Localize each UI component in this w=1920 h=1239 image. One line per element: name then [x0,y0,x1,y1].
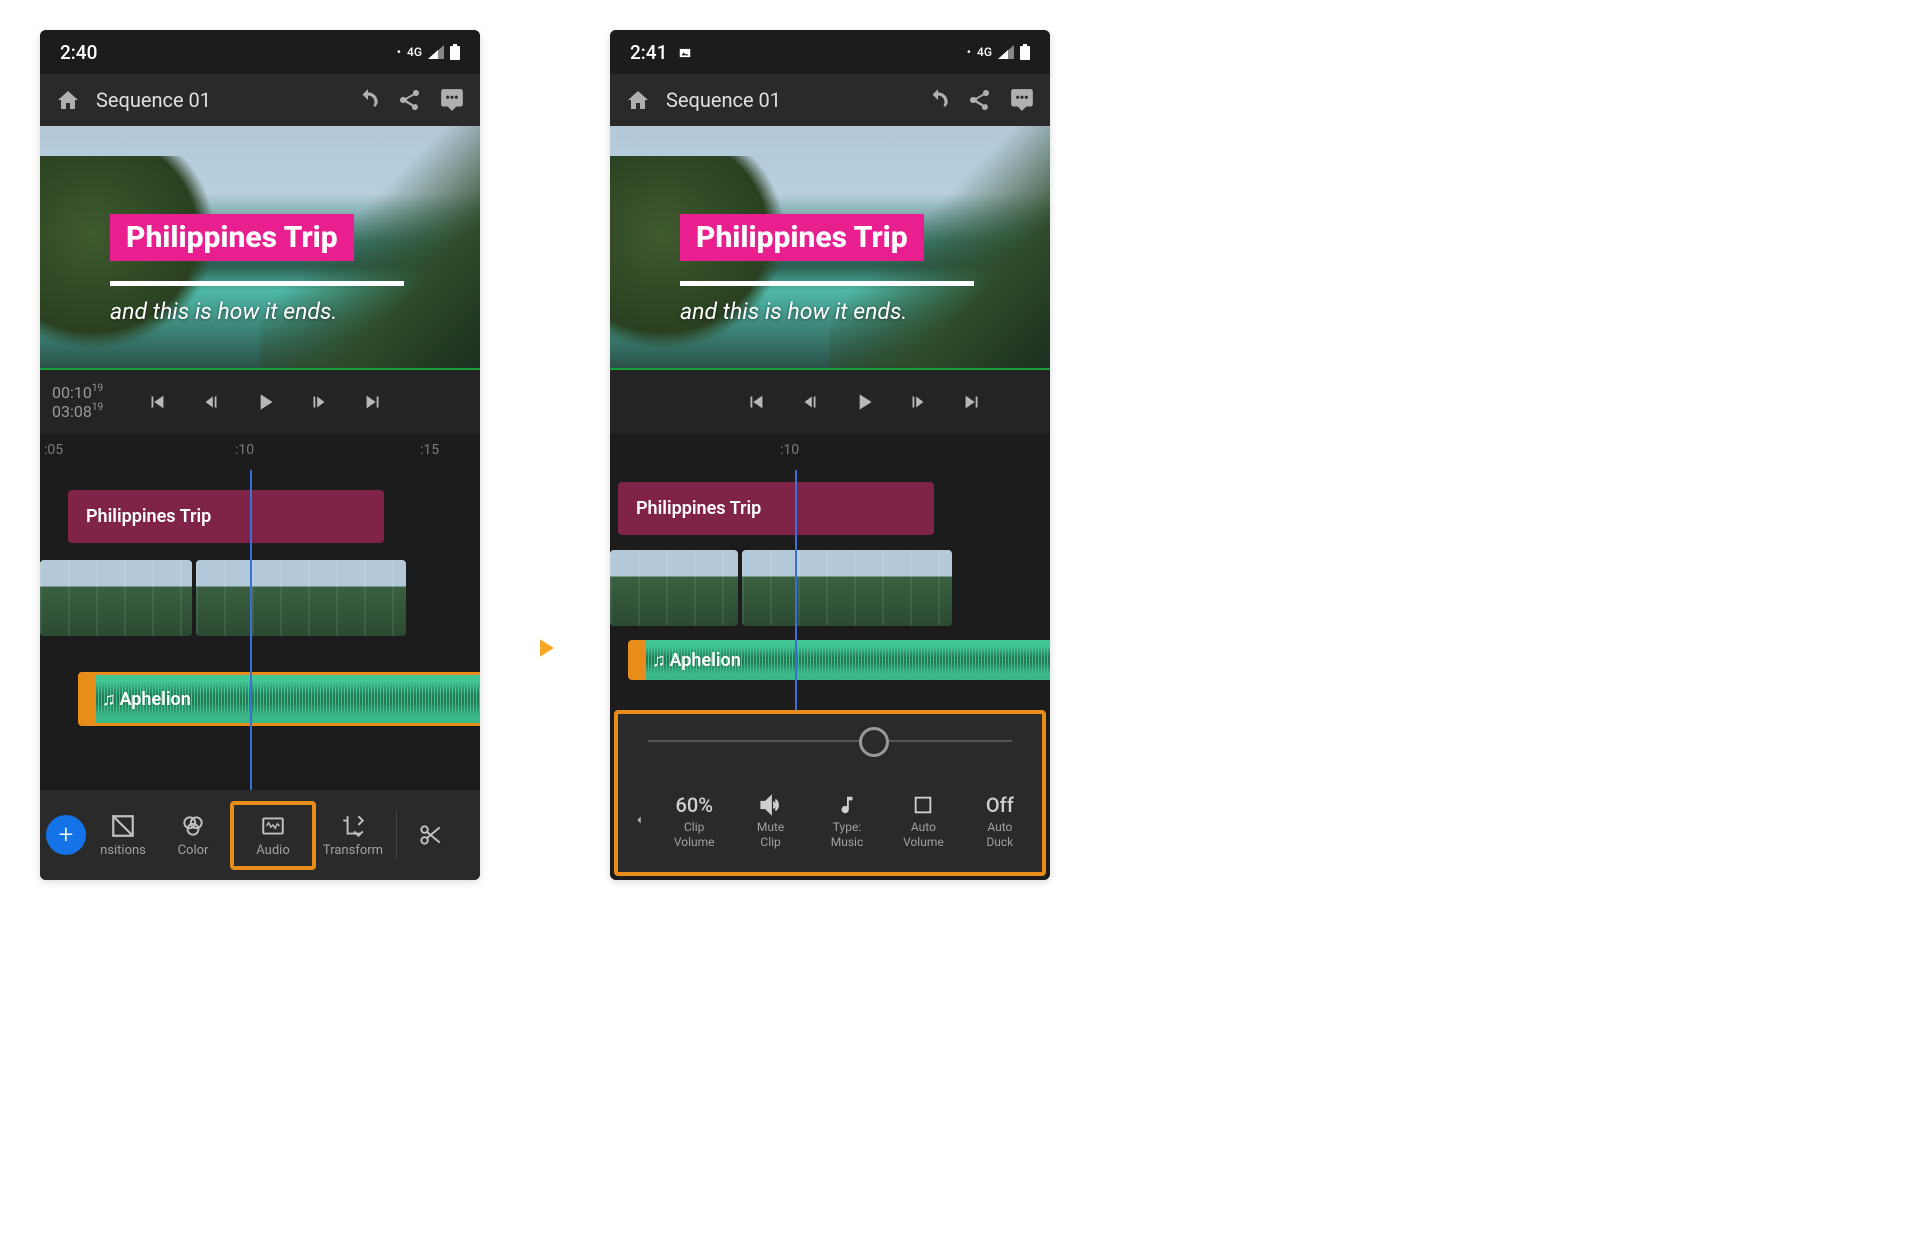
video-clip-2[interactable] [196,560,406,636]
speaker-icon [758,792,784,818]
auto-volume-option[interactable]: Auto Volume [885,791,961,849]
phone-screenshot-left: 2:40 • 4G Sequence 01 Philippines Trip a… [40,30,480,880]
timeline-ruler[interactable]: :10 [610,434,1050,470]
playhead[interactable] [795,470,797,710]
battery-icon [1020,44,1030,60]
preview-underline [110,281,404,286]
undo-icon[interactable] [354,86,382,114]
preview-underline [680,281,974,286]
skip-end-button[interactable] [359,388,387,416]
auto-duck-option[interactable]: Off Auto Duck [962,791,1038,849]
video-clip-2[interactable] [742,550,952,626]
frame-back-button[interactable] [796,388,824,416]
playhead[interactable] [250,470,252,790]
phone-screenshot-right: 2:41 • 4G Sequence 01 Philippines Trip a… [610,30,1050,880]
ruler-label: :10 [780,442,799,458]
frame-forward-button[interactable] [305,388,333,416]
arrow-icon [530,630,560,670]
text-clip[interactable]: Philippines Trip [68,490,384,543]
signal-icon [428,45,444,59]
status-network: 4G [977,45,992,59]
play-button[interactable] [251,388,279,416]
status-bar: 2:40 • 4G [40,30,480,74]
home-icon[interactable] [54,86,82,114]
signal-icon [998,45,1014,59]
preview-title-overlay: Philippines Trip [680,214,924,261]
status-right: • 4G [397,44,460,60]
timeline-ruler[interactable]: :05 :10 :15 [40,434,480,470]
ruler-label: :10 [235,442,254,458]
skip-end-button[interactable] [958,388,986,416]
timeline[interactable]: Philippines Trip ♫Aphelion [610,470,1050,710]
undo-icon[interactable] [924,86,952,114]
share-icon[interactable] [966,86,994,114]
volume-slider[interactable] [618,714,1042,768]
ruler-label: :05 [44,442,63,458]
preview-title-overlay: Philippines Trip [110,214,354,261]
checkbox-icon [912,794,934,816]
status-network: 4G [407,45,422,59]
clip-volume-option[interactable]: 60% Clip Volume [656,791,732,849]
audio-tool[interactable]: Audio [230,801,316,870]
toolbar-divider [396,810,397,860]
audio-clip[interactable]: ♫Aphelion [78,672,480,726]
color-tool[interactable]: Color [158,813,228,858]
share-icon[interactable] [396,86,424,114]
home-icon[interactable] [624,86,652,114]
sequence-title: Sequence 01 [96,88,211,112]
back-button[interactable] [622,809,656,831]
transport-bar [610,370,1050,434]
add-button[interactable]: + [46,815,86,855]
play-button[interactable] [850,388,878,416]
video-preview[interactable]: Philippines Trip and this is how it ends… [610,126,1050,370]
video-clip-1[interactable] [40,560,192,636]
preview-subtitle: and this is how it ends. [110,298,337,325]
sequence-title: Sequence 01 [666,88,781,112]
top-bar: Sequence 01 [610,74,1050,126]
status-time: 2:41 [630,41,693,64]
ruler-label: :15 [420,442,439,458]
music-note-icon: ♫ [652,650,666,671]
skip-start-button[interactable] [742,388,770,416]
timecode: 00:1019 03:0819 [52,383,103,421]
slider-thumb[interactable] [859,727,889,757]
video-preview[interactable]: Philippines Trip and this is how it ends… [40,126,480,370]
timeline[interactable]: Philippines Trip ♫Aphelion [40,470,480,790]
text-clip[interactable]: Philippines Trip [618,482,934,535]
battery-icon [450,44,460,60]
frame-forward-button[interactable] [904,388,932,416]
status-time: 2:40 [60,41,97,64]
skip-start-button[interactable] [143,388,171,416]
transform-tool[interactable]: Transform [318,813,388,858]
split-tool[interactable] [405,822,455,848]
top-bar: Sequence 01 [40,74,480,126]
music-icon [836,792,858,818]
transport-bar: 00:1019 03:0819 [40,370,480,434]
mute-clip-option[interactable]: Mute Clip [732,791,808,849]
transitions-tool[interactable]: nsitions [88,813,158,858]
video-clip-1[interactable] [610,550,738,626]
status-right: • 4G [967,44,1030,60]
comment-icon[interactable] [438,86,466,114]
status-bar: 2:41 • 4G [610,30,1050,74]
audio-clip[interactable]: ♫Aphelion [628,640,1050,680]
bottom-toolbar: + nsitions Color Audio Transform [40,790,480,880]
preview-subtitle: and this is how it ends. [680,298,907,325]
comment-icon[interactable] [1008,86,1036,114]
audio-panel: 60% Clip Volume Mute Clip Type: Music Au… [614,710,1046,876]
music-note-icon: ♫ [102,689,116,710]
frame-back-button[interactable] [197,388,225,416]
type-option[interactable]: Type: Music [809,791,885,849]
